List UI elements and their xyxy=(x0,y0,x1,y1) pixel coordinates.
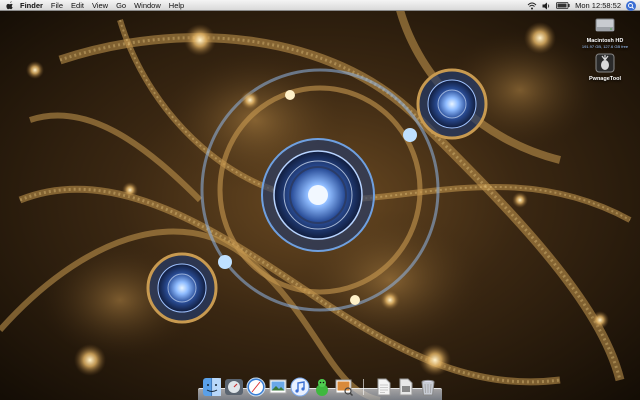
wifi-icon[interactable] xyxy=(527,0,537,11)
dock-item-adium[interactable] xyxy=(312,375,333,397)
hard-drive-icon xyxy=(595,18,615,32)
dock-item-preview[interactable] xyxy=(333,375,354,397)
menu-clock[interactable]: Mon 12:58:52 xyxy=(575,0,621,11)
itunes-icon xyxy=(290,377,310,397)
desktop-wallpaper xyxy=(0,0,640,400)
menu-app-finder[interactable]: Finder xyxy=(16,0,47,11)
desktop-icon-pwnagetool[interactable]: PwnageTool xyxy=(575,52,635,82)
adium-icon xyxy=(315,379,328,396)
preview-icon xyxy=(335,379,353,397)
dashboard-icon xyxy=(225,379,244,395)
volume-icon[interactable] xyxy=(542,0,551,11)
dock-items xyxy=(202,373,438,397)
menu-file[interactable]: File xyxy=(47,0,67,11)
desktop-icon-macintosh-hd[interactable]: Macintosh HD 191.97 GB, 127.6 GB free xyxy=(575,14,635,49)
menu-edit[interactable]: Edit xyxy=(67,0,88,11)
dock-item-itunes[interactable] xyxy=(290,375,311,397)
menu-go[interactable]: Go xyxy=(112,0,130,11)
dock-item-dashboard[interactable] xyxy=(224,375,245,397)
finder-icon xyxy=(203,378,222,396)
desktop-icon-sublabel: 191.97 GB, 127.6 GB free xyxy=(581,44,629,49)
document-stack-icon xyxy=(377,378,391,396)
dock-stack-documents[interactable] xyxy=(373,375,394,397)
pineapple-app-icon xyxy=(595,53,615,73)
dock-separator xyxy=(363,379,365,395)
dock-item-finder[interactable] xyxy=(202,375,223,397)
menu-help[interactable]: Help xyxy=(165,0,188,11)
safari-icon xyxy=(246,377,266,397)
menu-window[interactable]: Window xyxy=(130,0,165,11)
menu-view[interactable]: View xyxy=(88,0,112,11)
menu-bar: Finder File Edit View Go Window Help Mon… xyxy=(0,0,640,11)
downloads-stack-icon xyxy=(399,378,413,396)
dock-stack-downloads[interactable] xyxy=(395,375,416,397)
menu-extras: Mon 12:58:52 xyxy=(527,0,640,11)
desktop-icon-label: PwnageTool xyxy=(589,76,621,82)
spotlight-search-icon[interactable] xyxy=(626,0,636,11)
dock-item-safari[interactable] xyxy=(246,375,267,397)
dock xyxy=(198,368,442,400)
iphoto-icon xyxy=(269,379,287,394)
dock-item-iphoto[interactable] xyxy=(268,375,289,397)
apple-menu-icon[interactable] xyxy=(4,0,16,11)
battery-icon[interactable] xyxy=(556,0,570,11)
trash-icon xyxy=(421,379,435,396)
dock-item-trash[interactable] xyxy=(417,375,438,397)
